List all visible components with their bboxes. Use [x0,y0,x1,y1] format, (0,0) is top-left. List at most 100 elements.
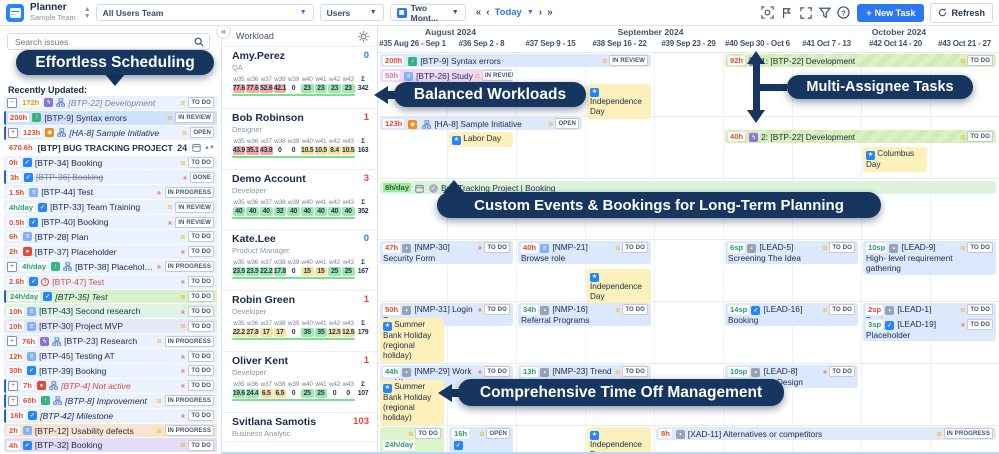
expand-toggle-icon[interactable]: + [8,128,18,138]
sidebar-task-item[interactable]: +60h↑[BTP-8] Improvement=IN PROGRESS [4,394,217,408]
status-badge: TO DO [188,306,214,317]
calendar-week-label[interactable]: #38 Sep 16 - 22 [585,39,654,52]
sidebar-task-item[interactable]: +7h●[BTP-4] Not active«TO DO [4,379,217,393]
calendar-event-card[interactable]: ★ Summer Bank Holiday (regional holiday) [380,380,444,425]
calendar-week-label[interactable]: #35 Aug 26 - Sep 1 [378,39,447,52]
expand-toggle-icon[interactable]: + [8,396,18,406]
sidebar-task-item[interactable]: 2.6h✓![BTP-47] Test«TO DO [4,275,217,289]
workload-user-card[interactable]: Robin Green1Developerw35w36w37w38w39w40w… [222,291,377,352]
calendar-week-label[interactable]: #39 Sep 23 - 29 [654,39,723,52]
calendar-event-card[interactable]: ★ Columbus Day [863,147,927,172]
team-dropdown[interactable]: All Users Team ▼ [96,4,314,21]
workload-user-role: Developer [232,368,371,377]
gear-icon[interactable] [358,31,369,42]
status-badge: TO DO [188,157,214,168]
sidebar-task-item[interactable]: 2h≡[BTP-12] Usability defects=IN PROGRES… [4,424,217,438]
workload-user-card[interactable]: Oliver Kent1Developerw35w36w37w38w39w40w… [222,352,377,413]
workload-user-card[interactable]: Amy.Perez0QAw35w36w37w38w39w40w41w42w43Σ… [222,47,377,109]
sidebar-project-row[interactable]: 670.6h[BTP] BUG TRACKING PROJECT24▲▼ [4,141,217,155]
calendar-task-card[interactable]: =TO DO40h≡ [NMP-21] Browse role [518,241,651,264]
sidebar-task-item[interactable]: 6h≡[BTP-28] Plan=TO DO [4,230,217,244]
calendar-task-card[interactable]: =TO DO6sp▪ [LEAD-5] Screening The Idea [725,241,858,264]
new-task-button[interactable]: + New Task [857,4,924,22]
flag-icon[interactable] [779,5,794,20]
calendar-task-card[interactable]: =TO DO34h▪ [NMP-16] Referral Programs [518,303,651,326]
jump-last-button[interactable]: » [547,7,553,18]
calendar-task-card[interactable]: 123h◆ [HA-8] Sample Initiative=OPEN [380,117,582,130]
sidebar-task-item[interactable]: 3h✓[BTP-36] Booking«DONE [4,170,217,184]
sidebar-task-item[interactable]: 1.5h≡[BTP-44] Test«IN PROGRESS [4,185,217,199]
jump-first-button[interactable]: « [476,7,482,18]
status-badge: TO DO [188,365,214,376]
sidebar-task-item[interactable]: 200h↑[BTP-9] Syntax errors=IN REVIEW [4,111,217,125]
sidebar-task-item[interactable]: 10h≡[BTP-30] Project MVP=TO DO [4,319,217,333]
priority-medium-icon: = [180,233,185,241]
workload-user-card[interactable]: Bob Robinson1Designerw35w36w37w38w39w40w… [222,109,377,170]
callout-multi-assignee: Multi-Assignee Tasks [787,75,973,99]
workload-user-card[interactable]: Kate.Lee0Product Managerw35w36w37w38w39w… [222,230,377,291]
sidebar-task-item[interactable]: 2h●[BTP-37] Placeholder«TO DO [4,245,217,259]
calendar-week-label[interactable]: #36 Sep 2 - 8 [447,39,516,52]
collapse-both-panels-button[interactable]: « [216,24,231,39]
expand-toggle-icon[interactable]: + [7,262,17,272]
workload-user-card[interactable]: Demo Account3Developerw35w36w37w38w39w40… [222,170,377,230]
calendar-event-card[interactable]: ★ Labor Day [449,132,513,147]
today-button[interactable]: Today [495,7,522,18]
sidebar-task-item[interactable]: 4h✓[BTP-32] Booking=TO DO [4,438,217,452]
sidebar-task-item[interactable]: 12h≡[BTP-45] Testing AT«TO DO [4,349,217,363]
calendar-task-card[interactable]: 92hϟ 1: [BTP-22] Development=TO DO [725,54,996,67]
calendar-week-label[interactable]: #37 Sep 9 - 15 [516,39,585,52]
sidebar-task-item[interactable]: 16h✓[BTP-42] Milestone«TO DO [4,409,217,423]
expand-toggle-icon[interactable]: + [7,336,17,346]
calendar-week-label[interactable]: #42 Oct 14 - 20 [861,39,930,52]
help-icon[interactable]: ? [836,5,851,20]
calendar-task-card[interactable]: «TO DO47h▪ [NMP-30] Security Form [380,241,513,264]
calendar-task-card[interactable]: «TO DO3sp✓ [LEAD-19] Placeholder [863,318,996,341]
filter-icon[interactable] [817,5,832,20]
calendar-week-label[interactable]: #41 Oct 7 - 13 [792,39,861,52]
search-input[interactable] [13,36,190,48]
sidebar-task-item[interactable]: +123h◆[HA-8] Sample Initiative=OPEN [4,126,217,140]
sidebar-task-item[interactable]: 30h✓[BTP-39] Booking«TO DO [4,364,217,378]
calendar-event-card[interactable]: ★ Independence Day [587,84,651,119]
calendar-event-card[interactable]: ★ Independence Day [587,427,651,454]
calendar-task-card[interactable]: =TO DO24h/day✓[BTP-35] Test [380,427,444,454]
calendar-event-card[interactable]: ★ Summer Bank Holiday (regional holiday) [380,318,444,363]
sidebar-task-item[interactable]: 0h✓[BTP-34] Booking=TO DO [4,156,217,170]
priority-medium-icon: = [960,244,965,252]
generic-type-icon: ▪ [676,430,685,439]
sidebar-task-item[interactable]: 4h/day✓[BTP-33] Team Training=IN REVIEW [4,200,217,214]
calendar-task-card[interactable]: 8h▪ [XAD-11] Alternatives or competitors… [656,427,996,440]
card-status: =TO DO [615,242,648,253]
view-mode-dropdown[interactable]: Users ▼ [320,4,384,21]
scan-icon[interactable] [760,5,775,20]
next-button[interactable]: › [539,7,542,18]
expand-toggle-icon[interactable]: − [7,98,17,108]
timescale-dropdown[interactable]: ▦ Two Mont... ▼ [390,4,466,21]
sidebar-task-item[interactable]: +4h/day↑[BTP-38] Placeholder«IN PROGRESS [4,260,217,274]
sidebar-task-item[interactable]: 10h≡[BTP-43] Second research«TO DO [4,304,217,318]
workload-user-card[interactable]: Svitlana Samotis103Business Analytic [222,413,377,442]
calendar-task-card[interactable]: =TO DO14sp✓ [LEAD-16] Booking [725,303,858,326]
sort-icon[interactable]: ▲▼ [204,145,214,151]
calendar-task-card[interactable]: =TO DO10sp▪ [LEAD-9] High- level require… [863,241,996,275]
expand-toggle-icon[interactable]: + [8,381,18,391]
switch-team-icon[interactable]: ▲▼ [84,6,90,20]
sidebar-task-item[interactable]: −172hϟ[BTP-22] Development=TO DO [4,96,217,110]
calendar-task-card[interactable]: 40hϟ 2: [BTP-22] Development=TO DO [725,130,996,143]
sidebar-task-item[interactable]: 0.5h✓[BTP-40] Booking«IN REVIEW [4,215,217,229]
sidebar-task-item[interactable]: +76hϟ[BTP-23] Research=IN PROGRESS [4,334,217,348]
fullscreen-icon[interactable] [798,5,813,20]
sidebar-task-item[interactable]: 24h/day✓[BTP-35] Test=TO DO [4,290,217,304]
calendar-task-card[interactable]: =OPEN16h✓[HA-4] System Improvement [449,427,513,454]
calendar-week-label[interactable]: #43 Oct 21 - 27 [930,39,999,52]
refresh-button[interactable]: Refresh [930,3,993,23]
prev-button[interactable]: ‹ [486,7,489,18]
priority-high-icon: « [182,176,189,179]
today-chevron-icon[interactable]: ▼ [527,9,534,16]
calendar-event-card[interactable]: ★ Independence Day [587,269,651,304]
card-status: =TO DO [615,304,648,315]
calendar-task-card[interactable]: 200h↑ [BTP-9] Syntax errors=IN REVIEW [380,54,651,67]
app-title: Planner [30,3,76,13]
calendar-task-card[interactable]: 50h≡ [BTP-26] Study=IN REVIEW [380,69,513,82]
